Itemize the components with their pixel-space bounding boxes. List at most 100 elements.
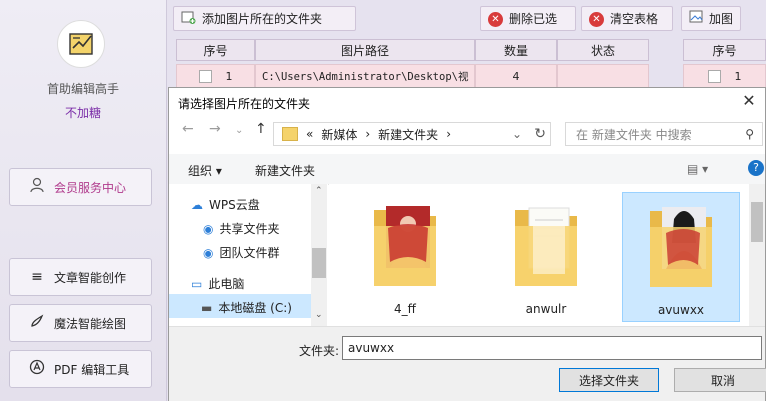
nav-item-label: 共享文件夹 bbox=[219, 222, 280, 236]
scroll-thumb[interactable] bbox=[312, 248, 326, 278]
sidebar-item-drawing[interactable]: 魔法智能绘图 bbox=[9, 304, 152, 342]
folder-icon bbox=[282, 127, 298, 141]
folder-documents-icon bbox=[509, 202, 583, 290]
add-image-label: 加图 bbox=[709, 12, 734, 26]
folder-item-selected[interactable]: avuwxx bbox=[622, 192, 740, 322]
nav-scrollbar[interactable]: ⌃ ⌄ bbox=[311, 184, 327, 326]
folder-name: anwulr bbox=[525, 302, 567, 316]
address-dropdown-icon[interactable]: ⌄ bbox=[512, 127, 522, 141]
sidebar-item-label: 文章智能创作 bbox=[54, 270, 127, 285]
files-scrollbar[interactable] bbox=[749, 184, 765, 326]
breadcrumb-item-media[interactable]: 新媒体 bbox=[321, 126, 357, 143]
add-image-icon bbox=[181, 10, 196, 28]
document-lines-icon: ≡ bbox=[31, 269, 43, 285]
recent-dropdown-icon[interactable]: ⌄ bbox=[235, 125, 243, 136]
table-header-path[interactable]: 图片路径 bbox=[255, 39, 475, 61]
search-placeholder: 在 新建文件夹 中搜索 bbox=[576, 127, 692, 142]
add-image-button[interactable]: 加图 bbox=[681, 6, 741, 31]
app-name: 首助编辑高手 bbox=[46, 82, 119, 96]
nav-item-label: WPS云盘 bbox=[209, 198, 260, 212]
breadcrumb-item-folder[interactable]: 新建文件夹 bbox=[378, 126, 438, 143]
drive-icon: ▬ bbox=[201, 300, 213, 315]
new-folder-button[interactable]: 新建文件夹 bbox=[255, 162, 315, 179]
nav-item-local-disk[interactable]: ▬ 本地磁盘 (C:) bbox=[201, 299, 292, 316]
folder-name: 4_ff bbox=[394, 302, 416, 316]
computer-icon: ▭ bbox=[191, 276, 203, 291]
address-bar[interactable]: « 新媒体 › 新建文件夹 › ⌄ ↻ bbox=[273, 122, 551, 146]
sidebar-item-pdf[interactable]: PDF 编辑工具 bbox=[9, 350, 152, 388]
member-center-label: 会员服务中心 bbox=[54, 180, 127, 195]
help-icon[interactable]: ? bbox=[748, 160, 764, 176]
table2-header-index[interactable]: 序号 bbox=[683, 39, 766, 61]
organize-button[interactable]: 组织 ▾ bbox=[188, 162, 222, 179]
refresh-icon[interactable]: ↻ bbox=[534, 126, 546, 142]
clear-icon: ✕ bbox=[589, 11, 604, 27]
view-options-icon[interactable]: ▤ ▾ bbox=[687, 162, 708, 176]
sidebar: 首助编辑高手 不加糖 会员服务中心 ≡ 文章智能创作 魔法智能绘图 PDF 编辑… bbox=[0, 0, 167, 401]
chevron-right-icon: › bbox=[365, 127, 371, 141]
cloud-icon: ☁ bbox=[191, 197, 203, 212]
sidebar-item-label: 魔法智能绘图 bbox=[54, 316, 127, 331]
cancel-button[interactable]: 取消 bbox=[674, 368, 766, 392]
row-checkbox[interactable] bbox=[198, 69, 212, 83]
nav-item-wps-cloud[interactable]: ☁ WPS云盘 bbox=[191, 196, 260, 213]
table-row-index[interactable]: 1 bbox=[176, 64, 255, 88]
row-index: 1 bbox=[225, 69, 233, 83]
folder-picker-dialog: 请选择图片所在的文件夹 ✕ ← → ⌄ ↑ « 新媒体 › 新建文件夹 › ⌄ … bbox=[168, 87, 766, 401]
brush-icon bbox=[28, 313, 46, 333]
delete-icon: ✕ bbox=[488, 11, 503, 27]
member-center-button[interactable]: 会员服务中心 bbox=[9, 168, 152, 206]
shared-folder-icon: ◉ bbox=[203, 221, 214, 236]
table2-row-index[interactable]: 1 bbox=[683, 64, 766, 88]
table-header-index[interactable]: 序号 bbox=[176, 39, 255, 61]
image-icon bbox=[689, 10, 703, 27]
forward-arrow-icon[interactable]: → bbox=[209, 121, 221, 137]
row-index: 1 bbox=[734, 69, 742, 83]
folder-field[interactable]: avuwxx bbox=[342, 336, 762, 360]
pdf-icon bbox=[28, 359, 46, 379]
clear-table-label: 清空表格 bbox=[610, 12, 659, 26]
folder-name: avuwxx bbox=[657, 303, 705, 317]
sidebar-item-label: PDF 编辑工具 bbox=[54, 362, 130, 377]
command-bar: 组织 ▾ 新建文件夹 ▤ ▾ ? bbox=[169, 154, 765, 185]
team-icon: ◉ bbox=[203, 245, 214, 260]
delete-selected-button[interactable]: ✕ 删除已选 bbox=[480, 6, 576, 31]
nav-item-label: 此电脑 bbox=[208, 277, 245, 291]
close-icon[interactable]: ✕ bbox=[737, 90, 761, 112]
table-row-path[interactable]: C:\Users\Administrator\Desktop\视 bbox=[255, 64, 475, 88]
folder-thumbnail-icon bbox=[644, 203, 718, 291]
nav-item-label: 本地磁盘 (C:) bbox=[218, 301, 292, 315]
nav-item-label: 团队文件群 bbox=[219, 246, 280, 260]
breadcrumb-overflow[interactable]: « bbox=[306, 127, 313, 141]
folder-thumbnail-icon bbox=[368, 202, 442, 290]
table-row-status[interactable] bbox=[557, 64, 649, 88]
table-row-count[interactable]: 4 bbox=[475, 64, 557, 88]
scroll-up-icon[interactable]: ⌃ bbox=[315, 186, 323, 196]
add-folder-button[interactable]: 添加图片所在的文件夹 bbox=[173, 6, 356, 31]
nav-item-this-pc[interactable]: ▭ 此电脑 bbox=[191, 275, 244, 292]
app-logo bbox=[57, 20, 105, 68]
scroll-down-icon[interactable]: ⌄ bbox=[315, 310, 323, 320]
search-icon: ⚲ bbox=[745, 127, 754, 141]
back-arrow-icon[interactable]: ← bbox=[182, 121, 194, 137]
table-header-status[interactable]: 状态 bbox=[557, 39, 649, 61]
dialog-title: 请选择图片所在的文件夹 bbox=[178, 97, 311, 111]
nav-item-team[interactable]: ◉ 团队文件群 bbox=[203, 244, 280, 261]
row-checkbox[interactable] bbox=[707, 69, 721, 83]
search-input[interactable]: 在 新建文件夹 中搜索 ⚲ bbox=[565, 122, 763, 146]
folder-item[interactable]: anwulr bbox=[487, 192, 605, 322]
navigation-pane: ☁ WPS云盘 ◉ 共享文件夹 ◉ 团队文件群 ▭ 此电脑 ▬ 本地磁盘 (C:… bbox=[169, 184, 328, 326]
clear-table-button[interactable]: ✕ 清空表格 bbox=[581, 6, 673, 31]
up-arrow-icon[interactable]: ↑ bbox=[255, 121, 267, 137]
scroll-thumb[interactable] bbox=[751, 202, 763, 242]
folder-item[interactable]: 4_ff bbox=[346, 192, 464, 322]
sidebar-item-article[interactable]: ≡ 文章智能创作 bbox=[9, 258, 152, 296]
app-subtitle[interactable]: 不加糖 bbox=[0, 104, 166, 121]
nav-item-shared-folder[interactable]: ◉ 共享文件夹 bbox=[203, 220, 280, 237]
folder-field-label: 文件夹: bbox=[299, 344, 340, 358]
delete-selected-label: 删除已选 bbox=[509, 12, 558, 26]
user-icon bbox=[28, 177, 46, 197]
table-header-count[interactable]: 数量 bbox=[475, 39, 557, 61]
chevron-right-icon: › bbox=[446, 127, 451, 141]
select-folder-button[interactable]: 选择文件夹 bbox=[559, 368, 659, 392]
